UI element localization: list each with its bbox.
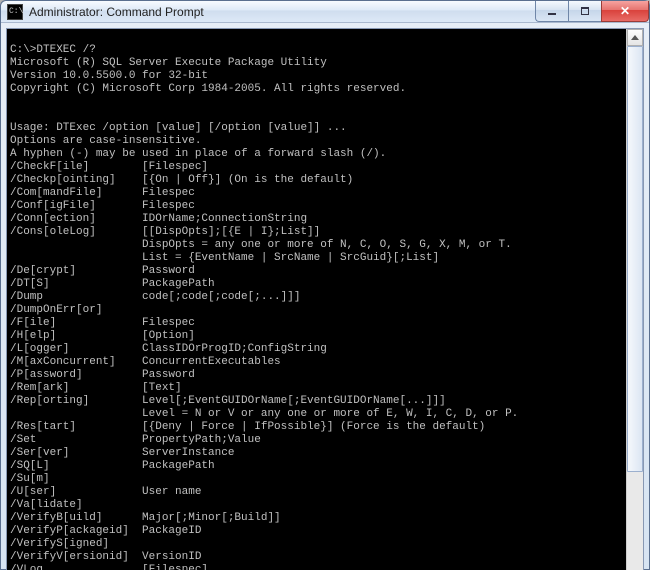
scroll-track[interactable] bbox=[627, 46, 643, 570]
window-title: Administrator: Command Prompt bbox=[29, 5, 535, 19]
command-prompt-window: C:\ Administrator: Command Prompt ✕ C:\>… bbox=[0, 0, 650, 570]
client-area: C:\>DTEXEC /? Microsoft (R) SQL Server E… bbox=[6, 28, 644, 570]
scroll-thumb[interactable] bbox=[627, 46, 643, 472]
arrow-up-icon bbox=[631, 35, 639, 40]
close-icon: ✕ bbox=[620, 4, 630, 18]
minimize-button[interactable] bbox=[535, 1, 568, 22]
window-controls: ✕ bbox=[535, 1, 649, 22]
maximize-button[interactable] bbox=[568, 1, 601, 22]
scroll-up-button[interactable] bbox=[627, 29, 643, 46]
vertical-scrollbar[interactable] bbox=[626, 29, 643, 570]
close-button[interactable]: ✕ bbox=[601, 1, 649, 22]
terminal-output[interactable]: C:\>DTEXEC /? Microsoft (R) SQL Server E… bbox=[7, 29, 626, 570]
cmd-icon: C:\ bbox=[7, 4, 23, 20]
titlebar[interactable]: C:\ Administrator: Command Prompt ✕ bbox=[1, 1, 649, 23]
